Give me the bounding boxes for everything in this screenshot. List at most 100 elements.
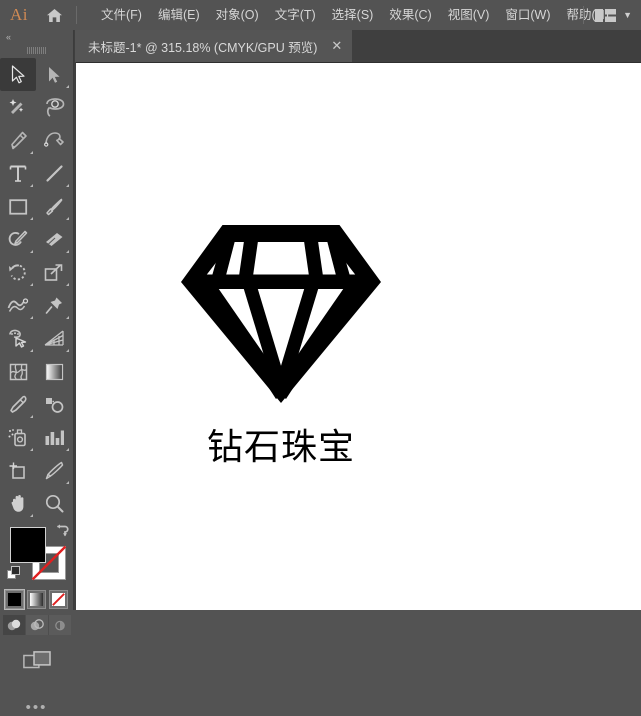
paintbrush-icon bbox=[45, 198, 62, 216]
magic-wand-tool[interactable] bbox=[0, 91, 36, 124]
menu-view[interactable]: 视图(V) bbox=[440, 1, 498, 29]
symbol-sprayer-icon bbox=[8, 429, 26, 447]
tool-flyout-indicator bbox=[30, 283, 33, 286]
tool-flyout-indicator bbox=[30, 415, 33, 418]
type-t-icon bbox=[9, 165, 27, 182]
draw-inside[interactable] bbox=[48, 615, 71, 635]
line-segment-tool[interactable] bbox=[36, 157, 72, 190]
lasso-tool[interactable] bbox=[36, 91, 72, 124]
direct-selection-tool[interactable] bbox=[36, 58, 72, 91]
column-graph-tool[interactable] bbox=[36, 421, 72, 454]
slice-tool[interactable] bbox=[36, 454, 72, 487]
free-transform-tool[interactable] bbox=[36, 289, 72, 322]
document-tab[interactable]: 未标题-1* @ 315.18% (CMYK/GPU 预览) ✕ bbox=[75, 30, 353, 62]
default-fill-stroke-icon[interactable] bbox=[6, 566, 21, 580]
lasso-icon bbox=[45, 98, 64, 117]
shape-builder-icon bbox=[8, 329, 26, 348]
menu-object[interactable]: 对象(O) bbox=[208, 1, 267, 29]
rectangle-tool[interactable] bbox=[0, 190, 36, 223]
artboard[interactable]: 钻石珠宝 bbox=[76, 62, 641, 610]
menu-window[interactable]: 窗口(W) bbox=[497, 1, 558, 29]
scale-icon bbox=[44, 264, 63, 281]
draw-normal[interactable] bbox=[2, 615, 26, 635]
menu-select[interactable]: 选择(S) bbox=[324, 1, 382, 29]
width-tool[interactable] bbox=[0, 289, 36, 322]
slice-knife-icon bbox=[45, 461, 63, 480]
rectangle-icon bbox=[8, 198, 27, 215]
menu-divider bbox=[76, 6, 77, 24]
perspective-grid-tool[interactable] bbox=[36, 322, 72, 355]
draw-behind[interactable] bbox=[25, 615, 49, 635]
canvas-area[interactable]: 钻石珠宝 bbox=[74, 62, 641, 610]
tool-flyout-indicator bbox=[66, 184, 69, 187]
chevron-down-icon: ▼ bbox=[623, 10, 632, 20]
artboard-icon bbox=[9, 462, 25, 479]
hand-tool[interactable] bbox=[0, 487, 36, 520]
curvature-tool[interactable] bbox=[36, 124, 72, 157]
workspace-switcher-button[interactable]: ▼ bbox=[590, 5, 637, 26]
menu-type[interactable]: 文字(T) bbox=[267, 1, 324, 29]
arrow-hollow-icon bbox=[48, 66, 60, 83]
blend-icon bbox=[45, 397, 63, 413]
close-icon[interactable]: ✕ bbox=[331, 40, 342, 53]
draw-inside-icon bbox=[54, 620, 65, 630]
edit-toolbar-button[interactable]: ••• bbox=[0, 700, 73, 715]
shaper-pencil-icon bbox=[8, 230, 28, 246]
tool-flyout-indicator bbox=[30, 448, 33, 451]
magic-wand-icon bbox=[9, 99, 24, 114]
swap-arrow-icon[interactable] bbox=[54, 524, 69, 540]
color-mode-gradient[interactable] bbox=[27, 590, 46, 609]
eyedropper-tool[interactable] bbox=[0, 388, 36, 421]
none-swatch-icon bbox=[52, 593, 65, 606]
workspace-layout-icon bbox=[595, 8, 617, 22]
home-button[interactable] bbox=[38, 0, 70, 30]
gradient-swatch-icon bbox=[30, 593, 43, 606]
rotate-tool[interactable] bbox=[0, 256, 36, 289]
pen-tool[interactable] bbox=[0, 124, 36, 157]
zoom-tool[interactable] bbox=[36, 487, 72, 520]
curvature-icon bbox=[43, 132, 64, 147]
tool-flyout-indicator bbox=[66, 481, 69, 484]
draw-behind-icon bbox=[30, 618, 44, 630]
screen-mode-icon bbox=[22, 651, 51, 669]
pen-icon bbox=[10, 131, 27, 150]
eyedropper-icon bbox=[9, 395, 27, 413]
artboard-tool[interactable] bbox=[0, 454, 36, 487]
type-tool[interactable] bbox=[0, 157, 36, 190]
collapse-panel-button[interactable]: « bbox=[0, 30, 73, 44]
fill-swatch[interactable] bbox=[9, 527, 46, 563]
color-mode-color[interactable] bbox=[4, 589, 25, 610]
gradient-tool[interactable] bbox=[36, 355, 72, 388]
tool-flyout-indicator bbox=[66, 316, 69, 319]
shape-builder-tool[interactable] bbox=[0, 322, 36, 355]
menu-effect[interactable]: 效果(C) bbox=[381, 1, 439, 29]
color-mode-none[interactable] bbox=[49, 590, 68, 609]
artwork-text[interactable]: 钻石珠宝 bbox=[176, 418, 386, 470]
tool-flyout-indicator bbox=[30, 184, 33, 187]
menu-edit[interactable]: 编辑(E) bbox=[150, 1, 208, 29]
mesh-tool[interactable] bbox=[0, 355, 36, 388]
tool-flyout-indicator bbox=[30, 514, 33, 517]
color-mode-row bbox=[0, 589, 73, 610]
symbol-sprayer-tool[interactable] bbox=[0, 421, 36, 454]
menu-bar: Ai 文件(F) 编辑(E) 对象(O) 文字(T) 选择(S) 效果(C) 视… bbox=[0, 0, 641, 30]
artwork-group[interactable]: 钻石珠宝 bbox=[176, 213, 386, 470]
eraser-tool[interactable] bbox=[36, 223, 72, 256]
app-logo: Ai bbox=[10, 5, 28, 24]
change-screen-mode[interactable] bbox=[0, 651, 73, 673]
blend-tool[interactable] bbox=[36, 388, 72, 421]
selection-tool[interactable] bbox=[0, 58, 36, 91]
paintbrush-tool[interactable] bbox=[36, 190, 72, 223]
scale-tool[interactable] bbox=[36, 256, 72, 289]
diamond-outline-icon[interactable] bbox=[176, 213, 386, 413]
panel-grip-handle[interactable] bbox=[0, 44, 73, 56]
menu-bar-right: ▼ bbox=[577, 0, 637, 30]
pushpin-icon bbox=[45, 297, 62, 314]
tool-flyout-indicator bbox=[66, 349, 69, 352]
tool-flyout-indicator bbox=[30, 217, 33, 220]
gradient-icon bbox=[45, 363, 63, 380]
shaper-tool[interactable] bbox=[0, 223, 36, 256]
menu-file[interactable]: 文件(F) bbox=[93, 1, 150, 29]
tool-flyout-indicator bbox=[30, 151, 33, 154]
tool-flyout-indicator bbox=[66, 283, 69, 286]
